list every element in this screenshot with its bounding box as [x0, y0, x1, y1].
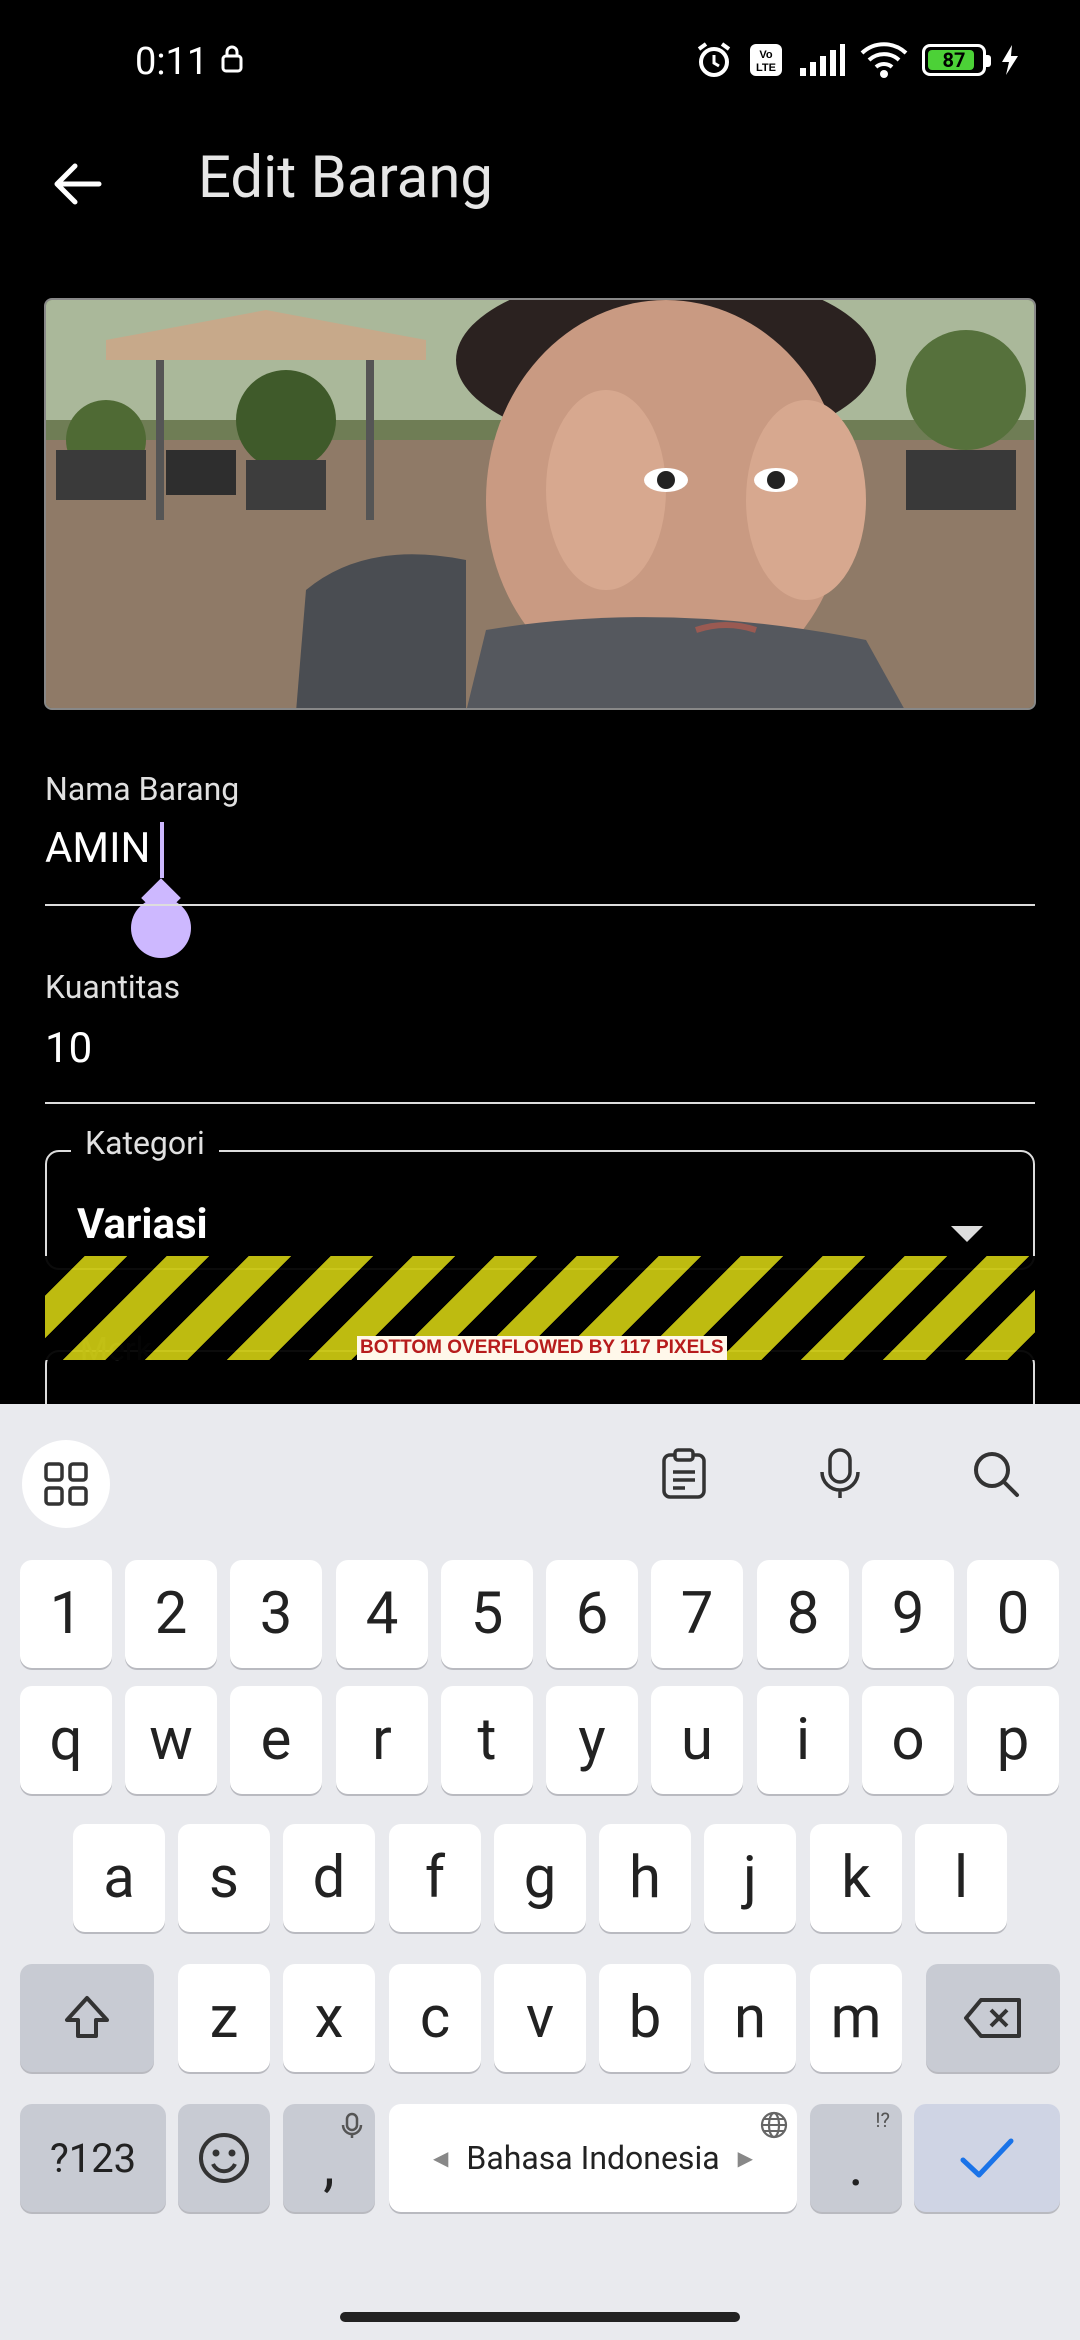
- page-title: Edit Barang: [198, 144, 493, 212]
- nama-barang-label: Nama Barang: [45, 770, 240, 808]
- nama-barang-input[interactable]: AMIN: [45, 824, 150, 873]
- gesture-nav-bar[interactable]: [340, 2312, 740, 2322]
- symbols-key[interactable]: ?123: [20, 2104, 166, 2212]
- product-image[interactable]: [44, 298, 1036, 710]
- key-o[interactable]: o: [862, 1686, 954, 1794]
- mic-icon: [820, 1448, 860, 1498]
- keyboard-toolbar: [0, 1404, 1080, 1534]
- key-e[interactable]: e: [230, 1686, 322, 1794]
- key-q[interactable]: q: [20, 1686, 112, 1794]
- globe-icon: [760, 2111, 788, 2139]
- arrow-left-icon: [54, 163, 102, 205]
- period-hint: !?: [875, 2108, 890, 2132]
- period-key[interactable]: . !?: [810, 2104, 902, 2212]
- cursor-handle[interactable]: [131, 898, 191, 958]
- space-left-arrow-icon: ◀: [432, 2146, 449, 2170]
- key-m[interactable]: m: [810, 1964, 902, 2072]
- key-d[interactable]: d: [283, 1824, 375, 1932]
- space-label: Bahasa Indonesia: [466, 2139, 720, 2177]
- key-i[interactable]: i: [757, 1686, 849, 1794]
- text-cursor: [160, 822, 164, 878]
- key-5[interactable]: 5: [441, 1560, 533, 1668]
- key-u[interactable]: u: [651, 1686, 743, 1794]
- mic-hint-icon: [341, 2112, 363, 2138]
- kategori-dropdown[interactable]: Kategori Variasi: [45, 1124, 1035, 1270]
- voice-input-button[interactable]: [808, 1442, 872, 1506]
- shift-icon: [65, 1996, 109, 2038]
- key-7[interactable]: 7: [651, 1560, 743, 1668]
- battery-icon: 87: [922, 44, 991, 76]
- emoji-icon: [199, 2133, 249, 2183]
- kategori-selected-value: Variasi: [77, 1200, 208, 1249]
- wifi-icon: [860, 42, 908, 78]
- charging-icon: [1002, 45, 1018, 75]
- overflow-warning-text: BOTTOM OVERFLOWED BY 117 PIXELS: [357, 1336, 727, 1360]
- key-0[interactable]: 0: [967, 1560, 1059, 1668]
- shift-key[interactable]: [20, 1964, 154, 2072]
- key-s[interactable]: s: [178, 1824, 270, 1932]
- product-photo: [46, 300, 1034, 708]
- key-r[interactable]: r: [336, 1686, 428, 1794]
- keyboard-search-button[interactable]: [964, 1442, 1028, 1506]
- back-button[interactable]: [40, 146, 116, 222]
- key-g[interactable]: g: [494, 1824, 586, 1932]
- key-z[interactable]: z: [178, 1964, 270, 2072]
- key-w[interactable]: w: [125, 1686, 217, 1794]
- key-f[interactable]: f: [389, 1824, 481, 1932]
- key-n[interactable]: n: [704, 1964, 796, 2072]
- key-b[interactable]: b: [599, 1964, 691, 2072]
- svg-text:Vo: Vo: [759, 49, 773, 61]
- status-bar: 0:11 Vo LTE 87: [0, 0, 1080, 124]
- key-y[interactable]: y: [546, 1686, 638, 1794]
- period-label: .: [848, 2132, 864, 2200]
- backspace-key[interactable]: [926, 1964, 1060, 2072]
- key-a[interactable]: a: [73, 1824, 165, 1932]
- battery-level: 87: [942, 48, 966, 72]
- kuantitas-underline: [45, 1102, 1035, 1104]
- enter-key[interactable]: [914, 2104, 1060, 2212]
- key-6[interactable]: 6: [546, 1560, 638, 1668]
- soft-keyboard: 1 2 3 4 5 6 7 8 9 0 q w e r t y u i o p …: [0, 1404, 1080, 2340]
- checkmark-icon: [960, 2138, 1014, 2178]
- key-8[interactable]: 8: [757, 1560, 849, 1668]
- key-2[interactable]: 2: [125, 1560, 217, 1668]
- key-p[interactable]: p: [967, 1686, 1059, 1794]
- kuantitas-label: Kuantitas: [45, 968, 181, 1006]
- comma-label: ,: [323, 2132, 335, 2200]
- signal-icon: [800, 44, 845, 76]
- clipboard-button[interactable]: [652, 1442, 716, 1506]
- status-time: 0:11: [135, 40, 209, 84]
- key-4[interactable]: 4: [336, 1560, 428, 1668]
- key-9[interactable]: 9: [862, 1560, 954, 1668]
- volte-icon: Vo LTE: [750, 44, 782, 76]
- key-v[interactable]: v: [494, 1964, 586, 2072]
- key-x[interactable]: x: [283, 1964, 375, 2072]
- comma-key[interactable]: ,: [283, 2104, 375, 2212]
- kuantitas-input[interactable]: 10: [45, 1024, 92, 1073]
- nama-barang-underline: [45, 904, 1035, 906]
- key-h[interactable]: h: [599, 1824, 691, 1932]
- space-key[interactable]: ◀ Bahasa Indonesia ▶: [389, 2104, 797, 2212]
- search-icon: [974, 1452, 1019, 1497]
- svg-text:LTE: LTE: [756, 62, 776, 74]
- dropdown-arrow-icon: [951, 1226, 983, 1242]
- clipboard-icon: [662, 1448, 706, 1499]
- key-j[interactable]: j: [704, 1824, 796, 1932]
- key-1[interactable]: 1: [20, 1560, 112, 1668]
- app-bar: Edit Barang: [0, 124, 1080, 228]
- key-k[interactable]: k: [810, 1824, 902, 1932]
- alarm-icon: [697, 42, 731, 77]
- key-3[interactable]: 3: [230, 1560, 322, 1668]
- key-c[interactable]: c: [389, 1964, 481, 2072]
- key-t[interactable]: t: [441, 1686, 533, 1794]
- space-right-arrow-icon: ▶: [737, 2146, 754, 2170]
- kategori-label: Kategori: [71, 1124, 219, 1162]
- key-l[interactable]: l: [915, 1824, 1007, 1932]
- emoji-key[interactable]: [178, 2104, 270, 2212]
- grid-icon: [44, 1462, 88, 1506]
- keyboard-menu-button[interactable]: [22, 1440, 110, 1528]
- backspace-icon: [964, 1998, 1021, 2038]
- lock-icon: [221, 45, 243, 73]
